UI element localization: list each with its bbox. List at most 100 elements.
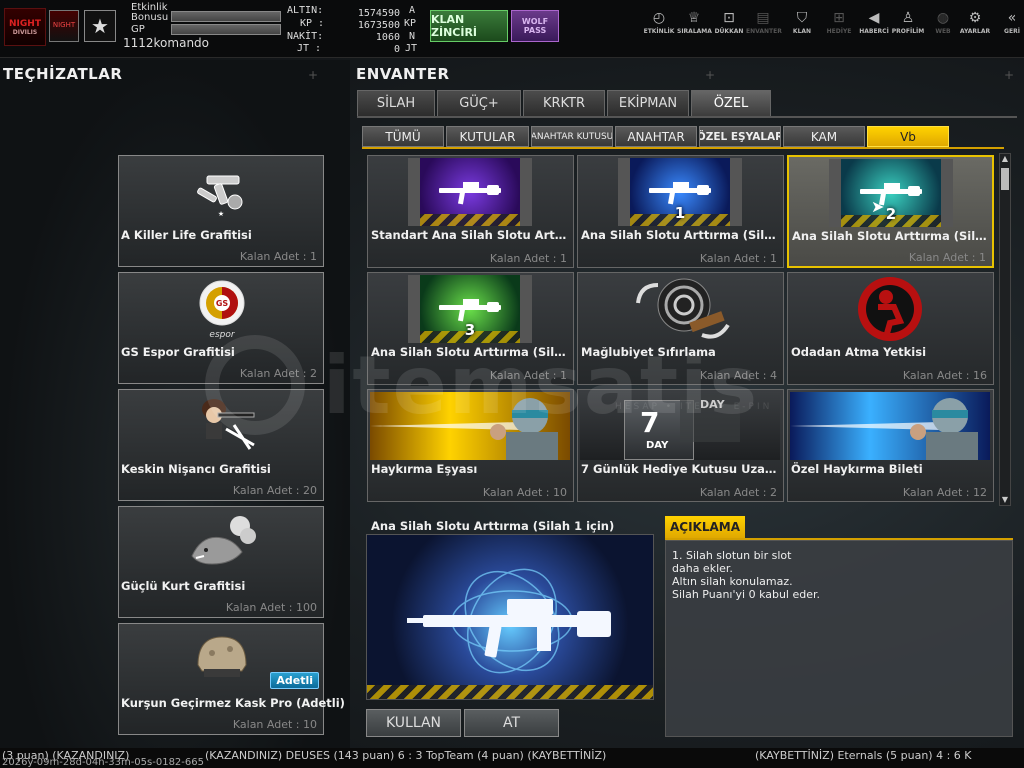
status-timestamp: 2026y-09m-28d-04h-33m-05s-0182-665	[2, 757, 204, 768]
equipment-name: A Killer Life Grafitisi	[121, 228, 252, 242]
equipment-qty: Kalan Adet : 100	[225, 601, 317, 614]
detail-title: Ana Silah Slotu Arttırma (Silah 1 için)	[371, 519, 615, 533]
aciklama-text: 1. Silah slotun bir slot daha ekler. Alt…	[672, 549, 821, 601]
shout-yellow-art	[370, 392, 570, 460]
tab-ozel[interactable]: ÖZEL	[691, 90, 771, 116]
scroll-up-icon[interactable]: ▲	[1000, 154, 1010, 164]
nav-label: AYARLAR	[959, 28, 991, 35]
graffiti-killer-icon: ★	[179, 162, 265, 220]
inventory-item[interactable]: 3 Ana Silah Slotu Arttırma (Silah 1 için)…	[367, 272, 574, 385]
profile-icon: ♙	[901, 10, 915, 26]
rifle-icon	[408, 158, 532, 226]
equipment-name: Keskin Nişancı Grafitisi	[121, 462, 271, 476]
nav-cart[interactable]: ⊡ DÜKKAN	[712, 10, 746, 40]
tab-guc[interactable]: GÜÇ+	[437, 90, 521, 116]
item-qty: Kalan Adet : 1	[908, 251, 986, 264]
tab-ekipman[interactable]: EKİPMAN	[607, 90, 689, 116]
status-line-3: (KAYBETTİNİZ) Eternals (5 puan) 4 : 6 K	[755, 749, 972, 762]
item-qty: Kalan Adet : 16	[902, 369, 987, 382]
rank-emblem[interactable]: NIGHT	[49, 10, 79, 42]
nav-label: SIRALAMA	[677, 28, 712, 35]
klan-zinciri-button[interactable]: KLAN ZİNCİRİ	[430, 10, 508, 42]
scroll-thumb[interactable]	[1001, 168, 1009, 190]
status-line-2: (KAZANDINIZ) DEUSES (143 puan) 6 : 3 Top…	[205, 749, 607, 762]
subtab-ozel-esyalar[interactable]: ÖZEL EŞYALAR	[699, 126, 781, 147]
inventory-item[interactable]: Haykırma Eşyası Kalan Adet : 10	[367, 389, 574, 502]
wolf-pass-button[interactable]: WOLF PASS	[511, 10, 559, 42]
shout-blue-art	[790, 392, 990, 460]
status-bar: (3 puan) (KAZANDINIZ) (KAZANDINIZ) DEUSE…	[0, 748, 1024, 768]
item-name: Mağlubiyet Sıfırlama	[581, 345, 716, 359]
equipment-qty: Kalan Adet : 2	[239, 367, 317, 380]
nav-medal[interactable]: ♕ SIRALAMA	[677, 10, 712, 40]
equipment-card-guclu-kurt[interactable]: Güçlü Kurt Grafitisi Kalan Adet : 100	[118, 506, 324, 618]
nav-label: GERİ	[1004, 28, 1020, 35]
day-label: DAY	[646, 440, 669, 451]
inventory-item[interactable]: Mağlubiyet Sıfırlama Kalan Adet : 4	[577, 272, 784, 385]
slot-number: 1	[674, 204, 686, 222]
inventory-item[interactable]: 7 DAY DAY 7 Günlük Hediye Kutusu Uzatma Kala…	[577, 389, 784, 502]
item-qty: Kalan Adet : 10	[482, 486, 567, 499]
equipment-card-keskin-nisanci[interactable]: Keskin Nişancı Grafitisi Kalan Adet : 20	[118, 389, 324, 501]
globe-icon: ◍	[936, 10, 950, 26]
nav-gear[interactable]: ⚙ AYARLAR	[958, 10, 992, 40]
inventory-item[interactable]: Standart Ana Silah Slotu Arttırma (Silah…	[367, 155, 574, 268]
subtab-tumu[interactable]: TÜMÜ	[362, 126, 444, 147]
espor-text: espor	[209, 330, 235, 340]
subtab-kutular[interactable]: KUTULAR	[446, 126, 529, 147]
gp-label: GP	[131, 24, 145, 35]
corner-plus: +	[705, 68, 716, 82]
scroll-down-icon[interactable]: ▼	[1000, 495, 1010, 505]
equipment-card-killer-life[interactable]: ★ A Killer Life Grafitisi Kalan Adet : 1	[118, 155, 324, 267]
equipment-card-gs-espor[interactable]: GS espor GS Espor Grafitisi Kalan Adet : …	[118, 272, 324, 384]
equipment-qty: Kalan Adet : 10	[232, 718, 317, 731]
rank-emblem-text: NIGHT	[52, 21, 76, 29]
inventory-item[interactable]: Odadan Atma Yetkisi Kalan Adet : 16	[787, 272, 994, 385]
inventory-item[interactable]: Özel Haykırma Bileti Kalan Adet : 12	[787, 389, 994, 502]
nav-back[interactable]: « GERİ	[995, 10, 1024, 40]
mouse-cursor-icon: ➤	[871, 197, 885, 216]
at-button[interactable]: AT	[464, 709, 559, 737]
equipment-card-kask[interactable]: Adetli Kurşun Geçirmez Kask Pro (Adetli)…	[118, 623, 345, 735]
nav-globe[interactable]: ◍ WEB	[926, 10, 960, 40]
corner-plus: +	[1004, 68, 1015, 82]
clan-logo[interactable]: NIGHT DIVILIS	[4, 8, 46, 46]
kp-value: 1673500	[357, 20, 400, 31]
nakit-value: 1060	[375, 32, 400, 43]
equipment-qty: Kalan Adet : 20	[232, 484, 317, 497]
subtab-anahtar[interactable]: ANAHTAR	[615, 126, 697, 147]
subtab-kam[interactable]: KAM	[783, 126, 865, 147]
equipment-name: Kurşun Geçirmez Kask Pro (Adetli)	[121, 696, 345, 710]
teçhizatlar-title: TEÇHİZATLAR	[3, 65, 123, 83]
subtab-underline	[362, 147, 1004, 149]
rifle-icon: 1	[618, 158, 742, 226]
subtab-anahtar-kutusu[interactable]: ANAHTAR KUTUSU	[531, 126, 613, 147]
star-icon[interactable]: ★	[84, 10, 116, 42]
equipment-name: Güçlü Kurt Grafitisi	[121, 579, 246, 593]
altin-value: 1574590	[357, 8, 400, 19]
item-qty: Kalan Adet : 2	[699, 486, 777, 499]
inventory-item[interactable]: 1 Ana Silah Slotu Arttırma (Silah 1 için)…	[577, 155, 784, 268]
inventory-item[interactable]: 2 Ana Silah Slotu Arttırma (Silah 1 için)…	[787, 155, 994, 268]
back-icon: «	[1007, 10, 1017, 26]
inventory-scrollbar[interactable]: ▲ ▼	[999, 153, 1011, 506]
tab-silah[interactable]: SİLAH	[357, 90, 435, 116]
subtab-vb[interactable]: Vb	[867, 126, 949, 147]
nav-megaphone[interactable]: ◀ HABERCİ	[857, 10, 891, 40]
item-name: Ana Silah Slotu Arttırma (Silah 1 için)	[581, 228, 781, 242]
player-name: 1112komando	[123, 36, 210, 50]
nav-gift[interactable]: ⊞ HEDİYE	[822, 10, 856, 40]
rifle-glow-icon	[407, 568, 611, 674]
top-bar: NIGHT DIVILIS NIGHT ★ Etkinlik Bonusu GP …	[0, 0, 1024, 58]
svg-text:★: ★	[218, 210, 224, 218]
tab-underline	[357, 116, 1017, 118]
nav-stopwatch[interactable]: ◴ ETKİNLİK	[642, 10, 676, 40]
item-name: 7 Günlük Hediye Kutusu Uzatma	[581, 462, 781, 476]
megaphone-icon: ◀	[868, 10, 880, 26]
nav-inventory[interactable]: ▤ ENVANTER	[746, 10, 782, 40]
nav-shield[interactable]: ⛉ KLAN	[785, 10, 819, 40]
tab-krktr[interactable]: KRKTR	[523, 90, 605, 116]
medal-icon: ♕	[687, 10, 701, 26]
nav-profile[interactable]: ♙ PROFİLİM	[891, 10, 925, 40]
kullan-button[interactable]: KULLAN	[366, 709, 461, 737]
